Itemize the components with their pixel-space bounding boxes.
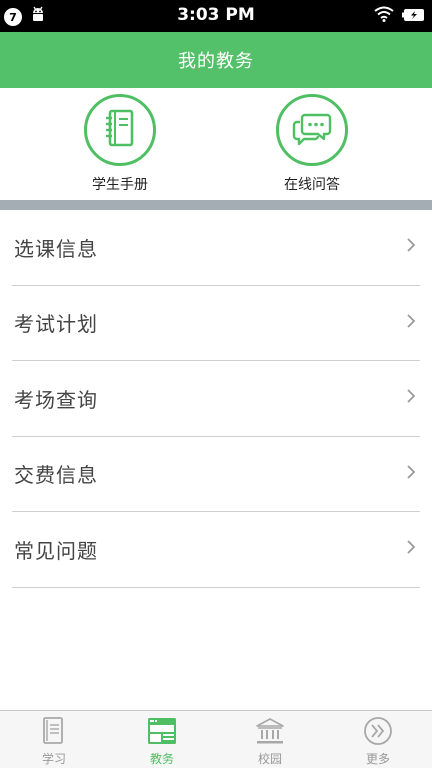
tab-more[interactable]: 更多 <box>324 711 432 768</box>
section-divider <box>0 200 432 210</box>
status-time: 3:03 PM <box>177 5 255 25</box>
document-icon <box>38 715 70 747</box>
building-icon <box>254 715 286 747</box>
tab-label: 更多 <box>365 752 390 766</box>
menu-item-label: 交费信息 <box>14 463 98 488</box>
tab-campus[interactable]: 校园 <box>216 711 324 768</box>
chevron-right-icon <box>406 388 416 408</box>
double-chevron-icon <box>362 715 394 747</box>
notebook-icon <box>102 108 138 152</box>
menu-item-label: 考试计划 <box>14 312 98 337</box>
menu-list: 选课信息 考试计划 考场查询 交费信息 常见问题 <box>0 210 432 588</box>
quick-action-online-qa[interactable]: 在线问答 <box>252 94 372 194</box>
battery-charging-icon <box>402 7 426 26</box>
page-title: 我的教务 <box>178 51 254 72</box>
tab-study[interactable]: 学习 <box>0 711 108 768</box>
menu-item-label: 考场查询 <box>14 387 98 412</box>
status-bar: 7 3:03 PM <box>0 0 432 32</box>
menu-item-label: 选课信息 <box>14 236 98 261</box>
tab-label: 学习 <box>41 752 66 766</box>
bottom-tab-bar: 学习 教务 校园 更多 <box>0 710 432 768</box>
menu-item-exam-plan[interactable]: 考试计划 <box>12 286 420 361</box>
newspaper-icon <box>146 715 178 747</box>
quick-actions: 学生手册 在线问答 <box>0 88 432 200</box>
status-right <box>374 6 426 26</box>
chevron-right-icon <box>406 313 416 333</box>
chat-bubbles-icon <box>291 109 333 151</box>
quick-action-student-handbook[interactable]: 学生手册 <box>60 94 180 194</box>
tab-label: 教务 <box>149 752 174 766</box>
menu-item-payment-info[interactable]: 交费信息 <box>12 437 420 512</box>
menu-item-exam-room-query[interactable]: 考场查询 <box>12 361 420 437</box>
quick-action-label: 在线问答 <box>284 177 340 193</box>
quick-action-circle <box>84 94 156 166</box>
menu-item-label: 常见问题 <box>14 538 98 563</box>
chevron-right-icon <box>406 539 416 559</box>
app-header: 我的教务 <box>0 32 432 88</box>
chevron-right-icon <box>406 237 416 257</box>
tab-label: 校园 <box>257 752 282 766</box>
menu-item-course-selection[interactable]: 选课信息 <box>12 210 420 286</box>
quick-action-label: 学生手册 <box>92 177 148 193</box>
menu-item-faq[interactable]: 常见问题 <box>12 512 420 588</box>
chevron-right-icon <box>406 464 416 484</box>
quick-action-circle <box>276 94 348 166</box>
tab-academic-affairs[interactable]: 教务 <box>108 711 216 768</box>
wifi-icon <box>374 6 394 26</box>
